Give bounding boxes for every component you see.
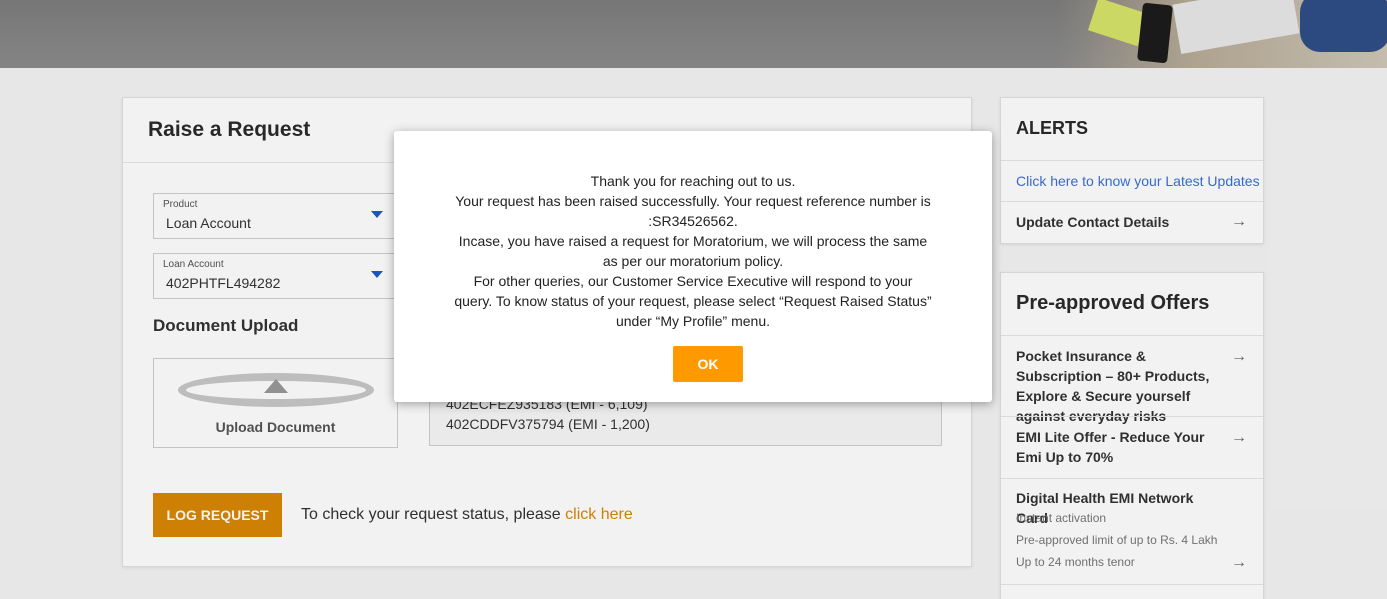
dialog-line: Thank you for reaching out to us. [590, 173, 796, 189]
dialog-message: Thank you for reaching out to us. Your r… [454, 171, 932, 331]
ok-button[interactable]: OK [673, 346, 743, 382]
dialog-line: Your request has been raised successfull… [455, 193, 931, 229]
dialog-line: For other queries, our Customer Service … [454, 273, 932, 329]
dialog-line: Incase, you have raised a request for Mo… [458, 233, 928, 269]
success-dialog: Thank you for reaching out to us. Your r… [394, 131, 992, 402]
